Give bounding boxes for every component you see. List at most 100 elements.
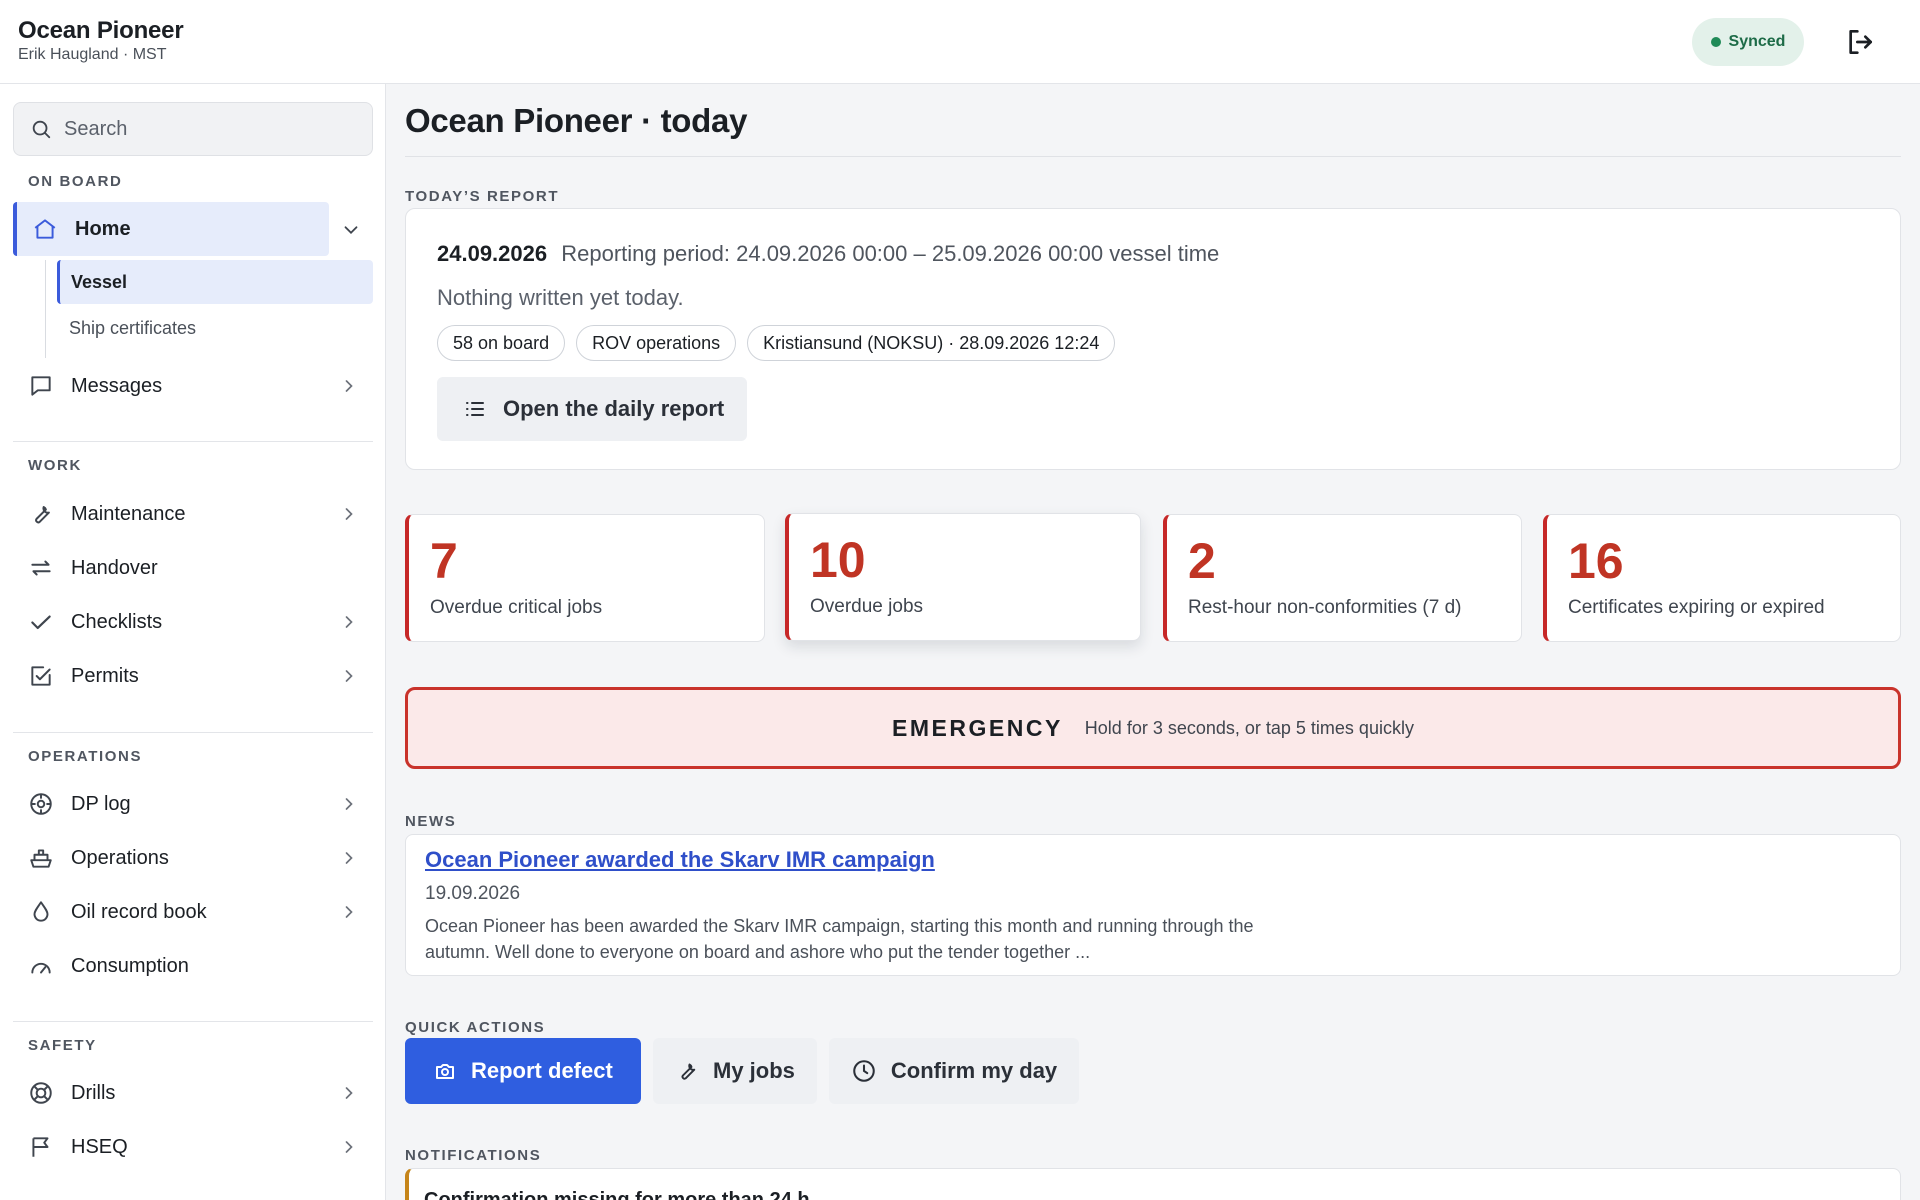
sidebar-item-operations[interactable]: Operations (13, 833, 373, 883)
gauge-icon (27, 952, 55, 980)
news-card: Ocean Pioneer awarded the Skarv IMR camp… (405, 834, 1901, 976)
sidebar-item-label: Home (75, 217, 131, 240)
emergency-hint: Hold for 3 seconds, or tap 5 times quick… (1084, 717, 1414, 738)
sidebar-item-handover[interactable]: Handover (13, 543, 373, 593)
list-icon (466, 402, 484, 416)
stat-value: 16 (1568, 533, 1624, 589)
vessel-name: Ocean Pioneer (18, 17, 184, 44)
emergency-button[interactable]: EMERGENCY Hold for 3 seconds, or tap 5 t… (405, 687, 1901, 769)
stat-card-certificates[interactable]: 16 Certificates expiring or expired (1543, 514, 1901, 642)
oil-drop-icon (27, 898, 55, 926)
sidebar-item-checklists[interactable]: Checklists (13, 597, 373, 647)
section-label-news: NEWS (405, 813, 457, 830)
chevron-right-icon (345, 798, 353, 810)
sidebar-item-label: Consumption (71, 954, 189, 977)
status-dot-icon (1710, 37, 1721, 47)
message-icon (27, 372, 55, 400)
stat-card-overdue-jobs[interactable]: 10 Overdue jobs (785, 513, 1141, 641)
news-title-link[interactable]: Ocean Pioneer awarded the Skarv IMR camp… (425, 847, 935, 873)
sidebar-item-label: Messages (71, 374, 163, 397)
permit-check-icon (27, 662, 55, 690)
sidebar-item-label: Oil record book (71, 900, 207, 923)
section-label-quick-actions: QUICK ACTIONS (405, 1019, 546, 1036)
section-label-safety: SAFETY (28, 1037, 97, 1054)
lifebuoy-icon (27, 1079, 55, 1107)
sidebar-item-home[interactable]: Home (13, 202, 329, 256)
report-empty-state: Nothing written yet today. (437, 285, 684, 310)
report-period: Reporting period: 24.09.2026 00:00 – 25.… (561, 241, 1220, 266)
emergency-title: EMERGENCY (892, 714, 1063, 741)
sidebar-subitem-ship-certificates[interactable]: Ship certificates (57, 306, 373, 350)
my-jobs-label: My jobs (713, 1058, 795, 1083)
stat-label: Certificates expiring or expired (1568, 597, 1825, 618)
open-daily-report-label: Open the daily report (503, 396, 725, 421)
sidebar-item-permits[interactable]: Permits (13, 651, 373, 701)
report-chips: 58 on board ROV operations Kristiansund … (437, 325, 1116, 361)
sidebar-item-label: Permits (71, 664, 139, 687)
sidebar-item-label: Drills (71, 1081, 116, 1104)
section-label-operations: OPERATIONS (28, 748, 143, 765)
wrench-icon (681, 1063, 696, 1080)
notification-title: Confirmation missing for more than 24 h (424, 1189, 810, 1200)
chevron-right-icon (345, 906, 353, 918)
main-content: Ocean Pioneer · today TODAY’S REPORT 24.… (386, 84, 1920, 1200)
sidebar-item-messages[interactable]: Messages (13, 361, 373, 411)
sidebar-item-hseq[interactable]: HSEQ (13, 1122, 373, 1172)
chip-port-eta: Kristiansund (NOKSU) · 28.09.2026 12:24 (747, 325, 1116, 361)
wrench-icon (27, 500, 55, 528)
brand: Ocean Pioneer Erik Haugland · MST (18, 17, 184, 65)
open-daily-report-button[interactable]: Open the daily report (437, 377, 747, 441)
confirm-my-day-label: Confirm my day (890, 1058, 1058, 1083)
top-bar: Ocean Pioneer Erik Haugland · MST Synced (0, 0, 1920, 84)
chevron-right-icon (345, 508, 353, 520)
submenu-guide-line (45, 260, 46, 358)
stat-label: Overdue jobs (810, 596, 924, 617)
sync-status-badge: Synced (1692, 18, 1804, 66)
dp-compass-icon (27, 790, 55, 818)
section-label-notifications: NOTIFICATIONS (405, 1147, 542, 1164)
chevron-down-icon[interactable] (340, 219, 362, 241)
chevron-right-icon (345, 852, 353, 864)
sidebar-item-oil-record-book[interactable]: Oil record book (13, 887, 373, 937)
sync-status-label: Synced (1728, 33, 1786, 50)
stat-value: 10 (810, 532, 866, 588)
section-label-work: WORK (28, 457, 82, 474)
report-defect-button[interactable]: Report defect (405, 1038, 641, 1104)
flag-icon (27, 1133, 55, 1161)
my-jobs-button[interactable]: My jobs (653, 1038, 817, 1104)
sidebar-item-dp-log[interactable]: DP log (13, 779, 373, 829)
checkmark-icon (27, 608, 55, 636)
chevron-right-icon (345, 1141, 353, 1153)
sidebar-item-maintenance[interactable]: Maintenance (13, 489, 373, 539)
stat-card-rest-hours[interactable]: 2 Rest-hour non-conformities (7 d) (1163, 514, 1522, 642)
stat-card-overdue-critical[interactable]: 7 Overdue critical jobs (405, 514, 765, 642)
todays-report-card: 24.09.2026 Reporting period: 24.09.2026 … (405, 208, 1901, 470)
confirm-my-day-button[interactable]: Confirm my day (828, 1038, 1080, 1104)
quick-actions: Report defect My jobs Confirm my day (405, 1038, 1080, 1104)
home-icon (31, 215, 59, 243)
news-excerpt: Ocean Pioneer has been awarded the Skarv… (425, 916, 1254, 962)
logout-icon (1849, 30, 1872, 54)
sidebar: ON BOARD Home Vessel Ship certificates M… (0, 84, 386, 1200)
notification-card[interactable]: Confirmation missing for more than 24 h (405, 1168, 1901, 1200)
report-date: 24.09.2026 (437, 241, 548, 266)
clock-icon (853, 1060, 875, 1082)
sidebar-divider (13, 1021, 373, 1022)
logout-button[interactable] (1844, 26, 1876, 58)
search-input[interactable] (64, 117, 354, 141)
chevron-right-icon (345, 380, 353, 392)
sidebar-item-label: HSEQ (71, 1135, 128, 1158)
sidebar-item-consumption[interactable]: Consumption (13, 941, 373, 991)
sidebar-item-label: Maintenance (71, 502, 186, 525)
chevron-right-icon (345, 670, 353, 682)
chip-activity: ROV operations (576, 325, 737, 361)
sidebar-item-label: Operations (71, 846, 169, 869)
sidebar-item-drills[interactable]: Drills (13, 1068, 373, 1118)
sidebar-divider (13, 441, 373, 442)
sidebar-item-label: Handover (71, 556, 158, 579)
section-label-todays-report: TODAY’S REPORT (405, 188, 560, 205)
sidebar-subitem-vessel[interactable]: Vessel (57, 260, 373, 304)
user-line: Erik Haugland · MST (18, 46, 167, 63)
search-box[interactable] (13, 102, 373, 156)
title-divider (405, 156, 1901, 157)
